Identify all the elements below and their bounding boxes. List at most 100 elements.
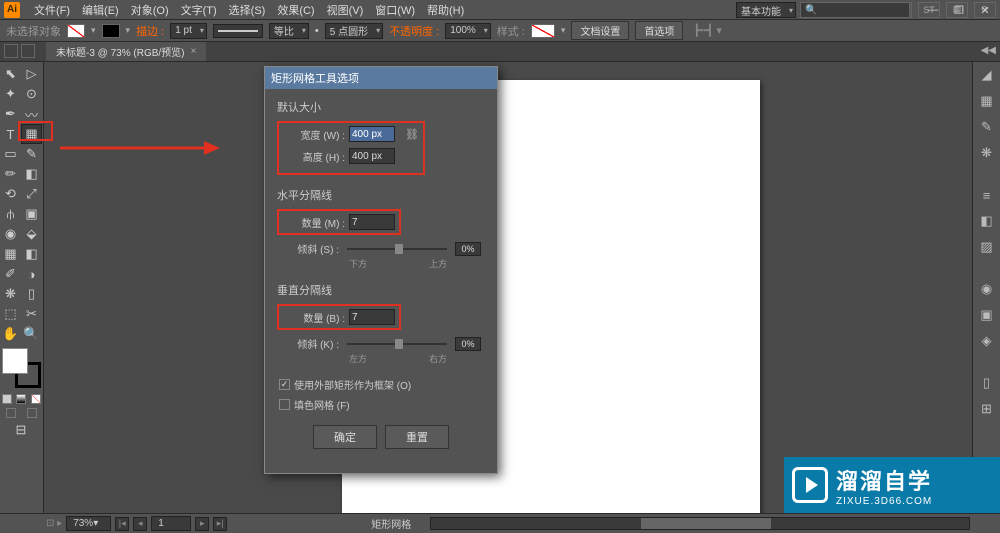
transparency-panel-icon[interactable]: ▨ [977,238,997,256]
count-b-input[interactable]: 7 [349,309,395,325]
color-mode-row[interactable] [0,392,43,406]
menu-type[interactable]: 文字(T) [175,2,223,18]
menu-select[interactable]: 选择(S) [223,2,272,18]
eraser-tool[interactable]: ◧ [21,164,42,184]
document-setup-button[interactable]: 文档设置 [571,21,629,40]
rectangular-grid-options-dialog: 矩形网格工具选项 默认大小 宽度 (W) : 400 px ⛓ 高度 (H) :… [264,66,498,474]
top-label: 上方 [429,257,447,270]
rectangular-grid-tool[interactable]: ▦ [21,124,42,144]
expand-panels-icon[interactable]: ◀◀ [981,45,996,56]
pencil-tool[interactable]: ✏ [0,164,21,184]
stroke-weight-dropdown[interactable]: 1 pt [170,23,207,39]
swatches-panel-icon[interactable]: ▦ [977,92,997,110]
width-label: 宽度 (W) : [289,127,345,142]
screen-mode-row[interactable] [0,406,43,420]
style-swatch[interactable] [531,24,555,38]
pen-tool[interactable]: ✒ [0,104,21,124]
gradient-tool[interactable]: ◧ [21,244,42,264]
document-tab[interactable]: 未标题-3 @ 73% (RGB/预览) × [46,42,206,61]
symbol-sprayer-tool[interactable]: ❋ [0,284,21,304]
use-frame-checkbox[interactable]: ✓使用外部矩形作为框架 (O) [277,377,485,392]
restore-button[interactable]: ❐ [948,2,970,18]
height-input[interactable]: 400 px [349,148,395,164]
mesh-tool[interactable]: ▦ [0,244,21,264]
screen-mode-button[interactable]: ⊟ [0,420,42,440]
fill-grid-checkbox[interactable]: 填色网格 (F) [277,397,485,412]
doc-arrange-icons[interactable] [4,44,35,58]
width-tool[interactable]: ⫛ [0,204,21,224]
menu-effect[interactable]: 效果(C) [271,2,320,18]
skew-k-slider[interactable] [347,343,447,345]
preferences-button[interactable]: 首选项 [635,21,683,40]
horizontal-scrollbar[interactable] [430,517,970,530]
reset-button[interactable]: 重置 [385,425,449,449]
scale-tool[interactable]: ⤢ [21,184,42,204]
stroke-swatch[interactable] [102,24,120,38]
close-window-button[interactable]: ✕ [974,2,996,18]
hand-tool[interactable]: ✋ [0,324,21,344]
zoom-tool[interactable]: 🔍 [21,324,42,344]
transform-panel-icon[interactable]: ⊞ [977,400,997,418]
workspace-switcher[interactable]: 基本功能 [736,2,796,18]
stroke-profile[interactable] [213,24,263,38]
document-tab-title: 未标题-3 @ 73% (RGB/预览) [56,44,185,59]
uniform-dropdown[interactable]: 等比 [269,23,309,39]
rectangle-tool[interactable]: ▭ [0,144,21,164]
next-artboard-button[interactable]: ▸ [195,517,209,531]
type-tool[interactable]: T [0,124,21,144]
last-artboard-button[interactable]: ▸| [213,517,227,531]
count-m-input[interactable]: 7 [349,214,395,230]
menu-window[interactable]: 窗口(W) [369,2,421,18]
eyedropper-tool[interactable]: ✐ [0,264,21,284]
magic-wand-tool[interactable]: ✦ [0,84,21,104]
color-panel-icon[interactable]: ◢ [977,66,997,84]
skew-s-slider[interactable] [347,248,447,250]
skew-s-value: 0% [455,242,481,256]
direct-selection-tool[interactable]: ▷ [21,64,42,84]
stroke-panel-icon[interactable]: ≡ [977,186,997,204]
selection-label: 未选择对象 [6,23,61,39]
align-panel-icon[interactable]: ▯ [977,374,997,392]
graphic-styles-panel-icon[interactable]: ▣ [977,306,997,324]
slice-tool[interactable]: ✂ [21,304,42,324]
menu-help[interactable]: 帮助(H) [421,2,470,18]
rotate-tool[interactable]: ⟲ [0,184,21,204]
zoom-level[interactable]: 73% ▾ [66,516,111,531]
paintbrush-tool[interactable]: ✎ [21,144,42,164]
prev-artboard-button[interactable]: ◂ [133,517,147,531]
blend-tool[interactable]: ◑ [21,264,42,284]
minimize-button[interactable]: — [922,2,944,18]
ok-button[interactable]: 确定 [313,425,377,449]
width-input[interactable]: 400 px [349,126,395,142]
appearance-panel-icon[interactable]: ◉ [977,280,997,298]
fill-stroke-control[interactable] [2,348,41,388]
menu-file[interactable]: 文件(F) [28,2,76,18]
artboard-tool[interactable]: ⬚ [0,304,21,324]
gradient-panel-icon[interactable]: ◧ [977,212,997,230]
search-input[interactable]: 🔍 [800,2,910,18]
stroke-label: 描边 : [136,23,164,39]
h-dividers-legend: 水平分隔线 [277,187,485,203]
artboard-number[interactable]: 1 [151,516,191,531]
fill-swatch[interactable] [67,24,85,38]
curvature-tool[interactable]: 〰 [21,104,42,124]
lasso-tool[interactable]: ⊙ [21,84,42,104]
close-tab-icon[interactable]: × [191,46,197,57]
brush-dropdown[interactable]: 5 点圆形 [325,23,383,39]
column-graph-tool[interactable]: ▯ [21,284,42,304]
constrain-icon[interactable]: ⛓ [405,128,419,141]
perspective-tool[interactable]: ⬙ [21,224,42,244]
opacity-dropdown[interactable]: 100% [445,23,491,39]
document-tab-bar: 未标题-3 @ 73% (RGB/预览) × ◀◀ [0,42,1000,62]
layers-panel-icon[interactable]: ◈ [977,332,997,350]
brushes-panel-icon[interactable]: ✎ [977,118,997,136]
free-transform-tool[interactable]: ▣ [21,204,42,224]
shape-builder-tool[interactable]: ◉ [0,224,21,244]
first-artboard-button[interactable]: |◂ [115,517,129,531]
selection-tool[interactable]: ⬉ [0,64,21,84]
menu-object[interactable]: 对象(O) [125,2,175,18]
symbols-panel-icon[interactable]: ❋ [977,144,997,162]
menu-edit[interactable]: 编辑(E) [76,2,125,18]
menu-view[interactable]: 视图(V) [321,2,370,18]
skew-k-value: 0% [455,337,481,351]
